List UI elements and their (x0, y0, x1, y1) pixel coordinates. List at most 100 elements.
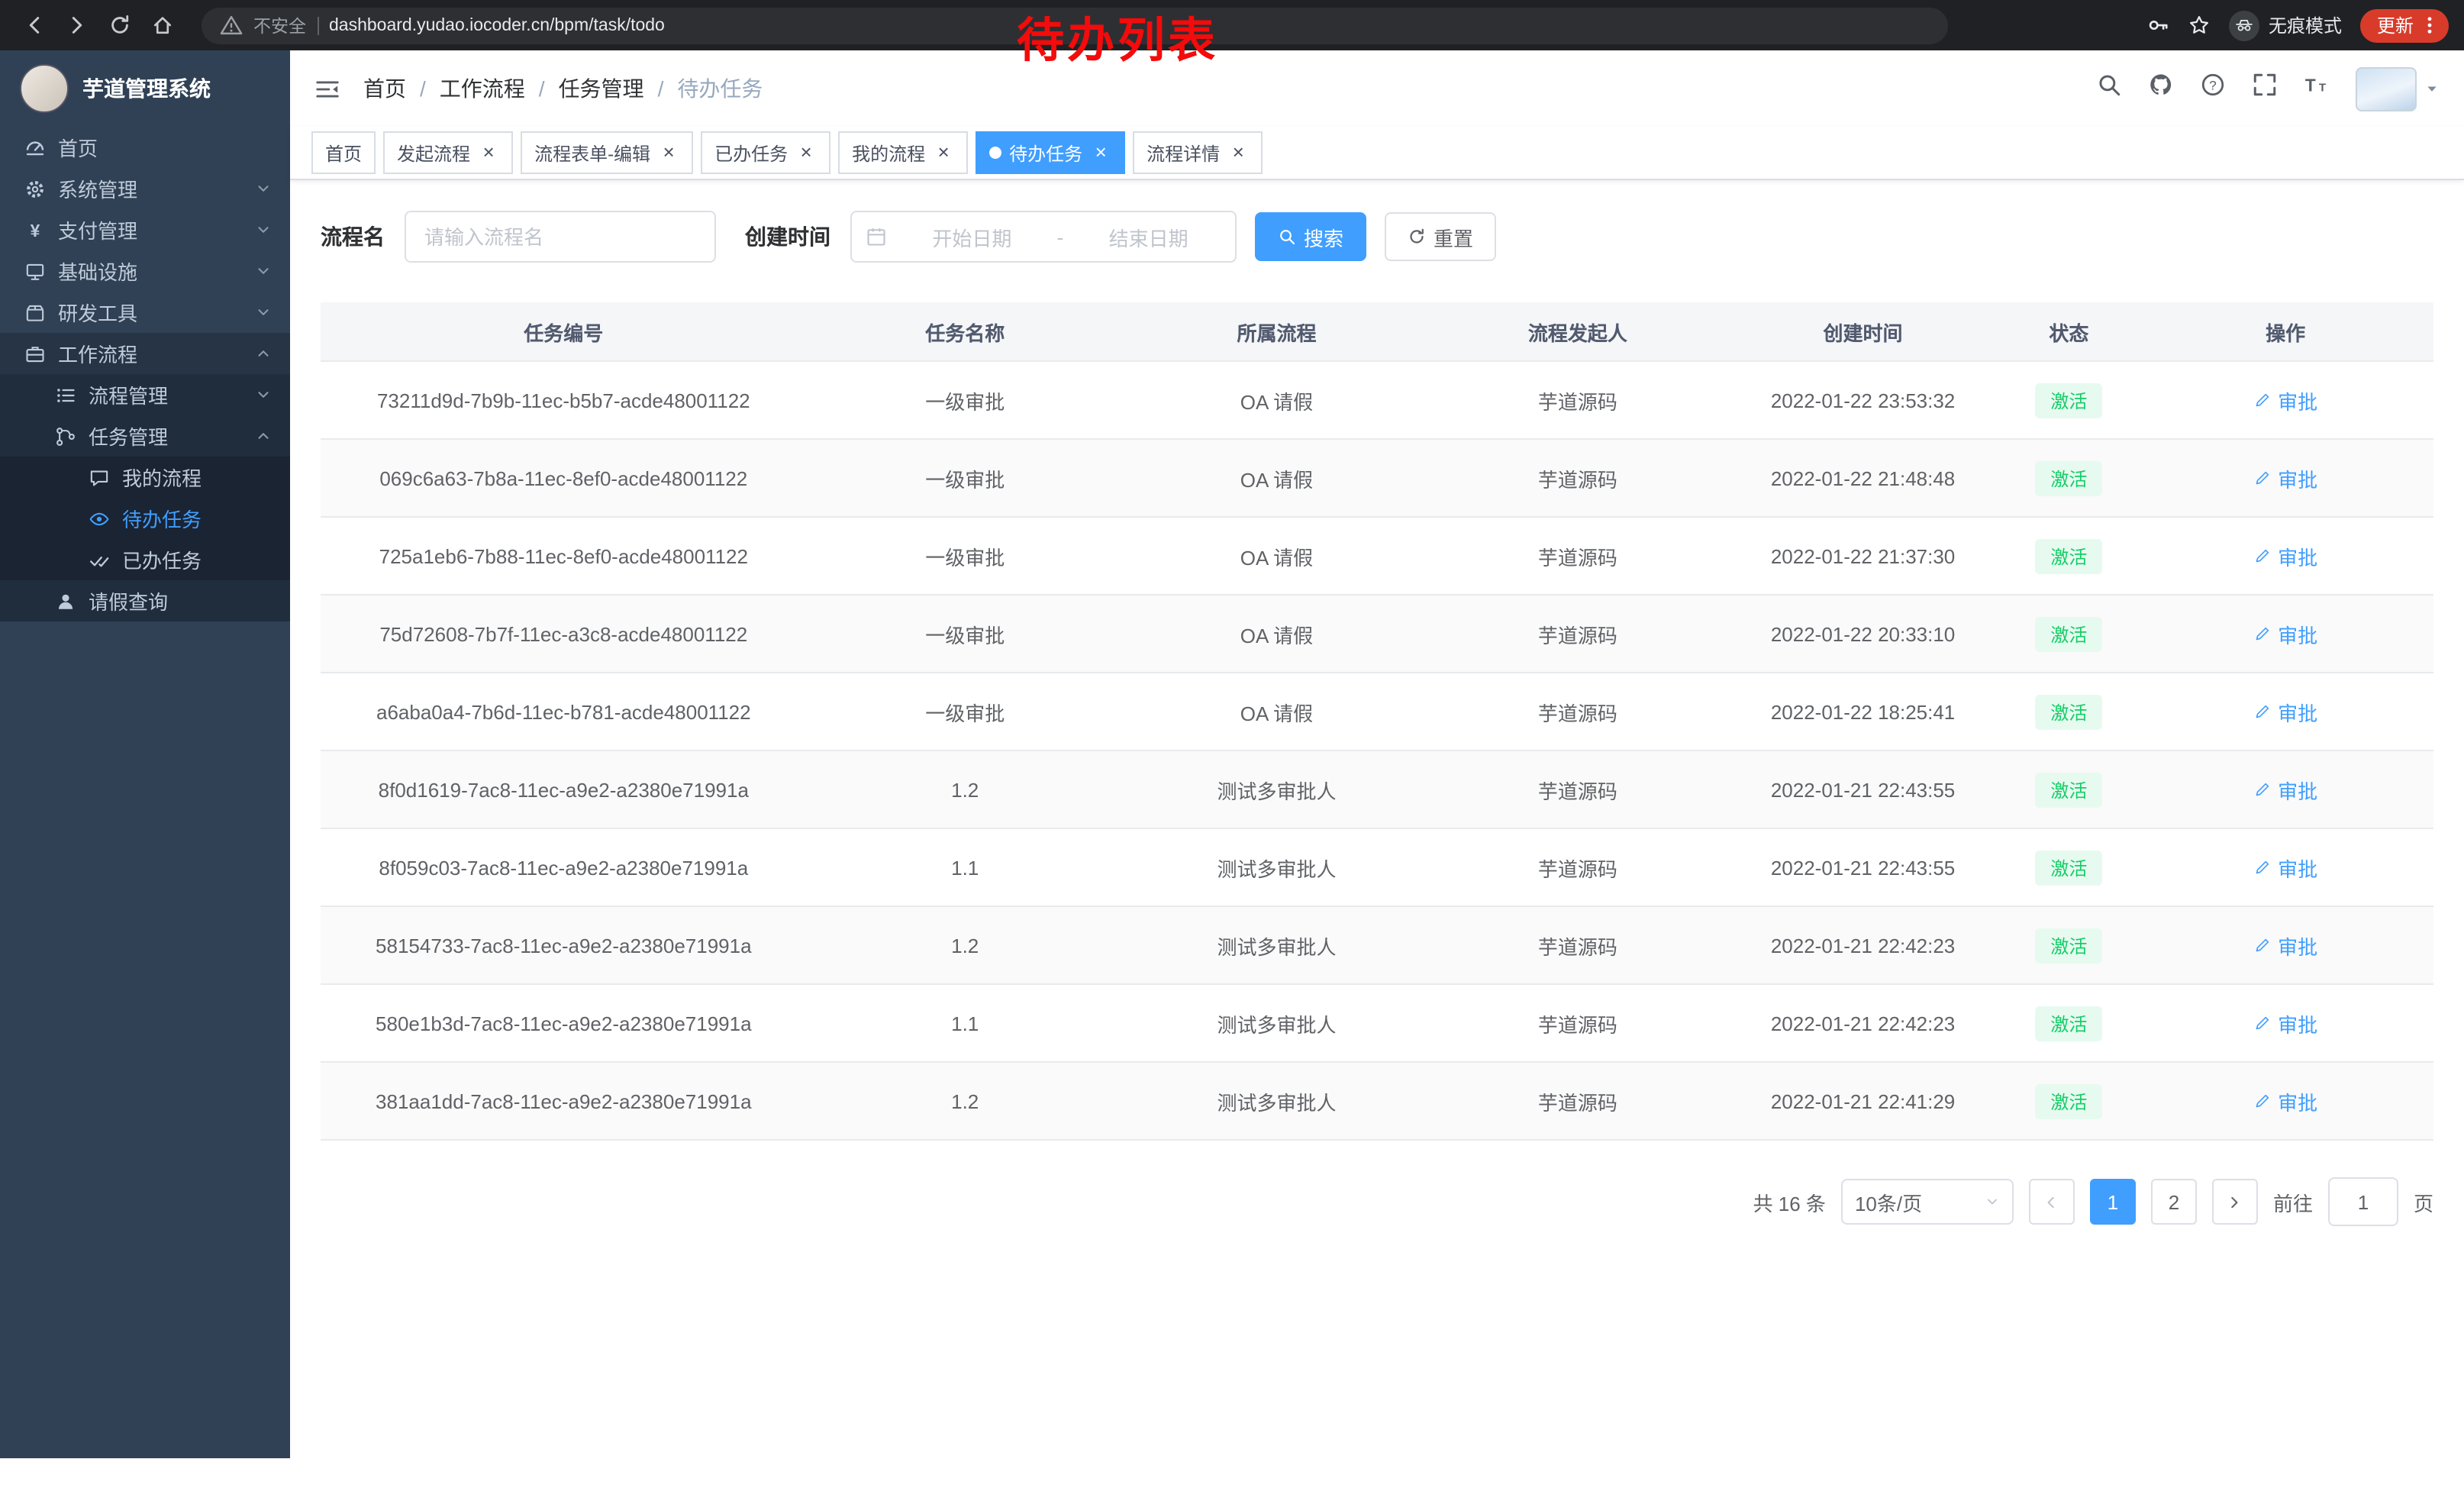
warning-icon (220, 14, 243, 37)
close-icon[interactable]: × (658, 142, 679, 163)
goto-page-input[interactable] (2328, 1177, 2398, 1226)
table-row: a6aba0a4-7b6d-11ec-b781-acde48001122一级审批… (321, 673, 2433, 750)
logo-avatar (20, 64, 69, 113)
incognito-label: 无痕模式 (2269, 12, 2342, 38)
sidebar-item-process-mgmt[interactable]: 流程管理 (0, 374, 290, 415)
reset-button[interactable]: 重置 (1385, 212, 1496, 261)
table-row: 73211d9d-7b9b-11ec-b5b7-acde48001122一级审批… (321, 361, 2433, 439)
logo-row[interactable]: 芋道管理系统 (0, 50, 290, 127)
app-frame: 芋道管理系统 首页系统管理¥支付管理基础设施研发工具工作流程流程管理任务管理我的… (0, 50, 2464, 1501)
back-button[interactable] (15, 7, 52, 44)
tab-done-tasks[interactable]: 已办任务× (701, 131, 830, 174)
approve-link[interactable]: 审批 (2253, 619, 2317, 648)
user-avatar-menu[interactable] (2356, 66, 2440, 111)
sidebar-item-home[interactable]: 首页 (0, 127, 290, 168)
process-name-input[interactable] (405, 211, 716, 263)
close-icon[interactable]: × (1227, 142, 1249, 163)
home-button[interactable] (144, 7, 180, 44)
cell-time: 2022-01-21 22:42:23 (1726, 906, 2001, 984)
approve-link[interactable]: 审批 (2253, 775, 2317, 804)
column-header-action: 操作 (2137, 302, 2433, 361)
start-date-placeholder: 开始日期 (899, 222, 1045, 251)
cell-task-id: 580e1b3d-7ac8-11ec-a9e2-a2380e71991a (321, 984, 807, 1062)
approve-link[interactable]: 审批 (2253, 463, 2317, 492)
status-badge: 激活 (2035, 616, 2102, 651)
cell-flow: 测试多审批人 (1124, 984, 1430, 1062)
security-label: 不安全 (253, 13, 306, 37)
reload-icon (108, 14, 131, 37)
tab-todo-tasks[interactable]: 待办任务× (976, 131, 1125, 174)
table-row: 8f0d1619-7ac8-11ec-a9e2-a2380e71991a1.2测… (321, 750, 2433, 828)
tab-start-process[interactable]: 发起流程× (383, 131, 513, 174)
status-badge: 激活 (2035, 538, 2102, 573)
approve-link[interactable]: 审批 (2253, 931, 2317, 960)
page-unit-label: 页 (2414, 1187, 2433, 1216)
approve-link[interactable]: 审批 (2253, 1009, 2317, 1038)
star-icon[interactable] (2188, 14, 2211, 37)
tab-form-edit[interactable]: 流程表单-编辑× (521, 131, 693, 174)
sidebar-item-system-mgmt[interactable]: 系统管理 (0, 168, 290, 209)
breadcrumb-item[interactable]: 首页 (363, 73, 406, 104)
pencil-icon (2253, 469, 2272, 487)
search-button[interactable]: 搜索 (1255, 212, 1366, 261)
sidebar-item-done-tasks[interactable]: 已办任务 (0, 539, 290, 580)
close-icon[interactable]: × (795, 142, 817, 163)
status-badge: 激活 (2035, 928, 2102, 963)
approve-link[interactable]: 审批 (2253, 541, 2317, 570)
sidebar-item-dev-tools[interactable]: 研发工具 (0, 292, 290, 333)
breadcrumb-item[interactable]: 工作流程 (440, 73, 525, 104)
close-icon[interactable]: × (933, 142, 954, 163)
tab-process-detail[interactable]: 流程详情× (1133, 131, 1263, 174)
search-icon[interactable] (2096, 72, 2122, 105)
sidebar-item-leave-query[interactable]: 请假查询 (0, 580, 290, 621)
breadcrumb-separator: / (539, 76, 545, 101)
update-button[interactable]: 更新 (2360, 8, 2449, 42)
kebab-menu-icon[interactable] (2418, 14, 2441, 37)
sidebar-item-todo-tasks[interactable]: 待办任务 (0, 498, 290, 539)
pencil-icon (2253, 391, 2272, 409)
sidebar-item-workflow[interactable]: 工作流程 (0, 333, 290, 374)
font-size-icon[interactable]: TT (2304, 72, 2330, 105)
tab-my-process[interactable]: 我的流程× (838, 131, 968, 174)
browser-nav-buttons (15, 7, 180, 44)
breadcrumb-item[interactable]: 任务管理 (559, 73, 644, 104)
prev-page-button[interactable] (2029, 1179, 2075, 1225)
question-icon[interactable]: ? (2200, 72, 2226, 105)
menu-fold-icon[interactable] (314, 76, 340, 102)
cell-task-name: 一级审批 (807, 361, 1124, 439)
refresh-icon (1408, 228, 1426, 246)
date-range-picker[interactable]: 开始日期 - 结束日期 (850, 211, 1237, 263)
workflow-icon (24, 343, 46, 364)
sidebar-item-payment-mgmt[interactable]: ¥支付管理 (0, 209, 290, 250)
next-page-button[interactable] (2212, 1179, 2258, 1225)
approve-link[interactable]: 审批 (2253, 853, 2317, 882)
navbar-actions: ? TT (2096, 66, 2440, 111)
fullscreen-icon[interactable] (2252, 72, 2278, 105)
approve-link[interactable]: 审批 (2253, 386, 2317, 415)
address-bar[interactable]: 不安全 dashboard.yudao.iocoder.cn/bpm/task/… (202, 7, 1948, 44)
column-header-name: 任务名称 (807, 302, 1124, 361)
chat-icon (89, 466, 110, 488)
github-icon[interactable] (2148, 72, 2174, 105)
sidebar-item-infrastructure[interactable]: 基础设施 (0, 250, 290, 292)
cell-flow: OA 请假 (1124, 517, 1430, 595)
table-row: 069c6a63-7b8a-11ec-8ef0-acde48001122一级审批… (321, 439, 2433, 517)
approve-link[interactable]: 审批 (2253, 697, 2317, 726)
pencil-icon (2253, 936, 2272, 954)
dashboard-icon (24, 137, 46, 158)
sidebar: 芋道管理系统 首页系统管理¥支付管理基础设施研发工具工作流程流程管理任务管理我的… (0, 50, 290, 1458)
page-button-2[interactable]: 2 (2151, 1179, 2197, 1225)
tab-home[interactable]: 首页 (311, 131, 376, 174)
sidebar-item-task-mgmt[interactable]: 任务管理 (0, 415, 290, 457)
close-icon[interactable]: × (1090, 142, 1111, 163)
key-icon[interactable] (2146, 14, 2169, 37)
page-button-1[interactable]: 1 (2090, 1179, 2136, 1225)
close-icon[interactable]: × (478, 142, 499, 163)
sidebar-item-my-process[interactable]: 我的流程 (0, 457, 290, 498)
forward-button[interactable] (58, 7, 95, 44)
page-size-select[interactable]: 10条/页 (1841, 1179, 2014, 1225)
reload-button[interactable] (101, 7, 137, 44)
column-header-id: 任务编号 (321, 302, 807, 361)
approve-link[interactable]: 审批 (2253, 1086, 2317, 1115)
cell-task-id: 58154733-7ac8-11ec-a9e2-a2380e71991a (321, 906, 807, 984)
